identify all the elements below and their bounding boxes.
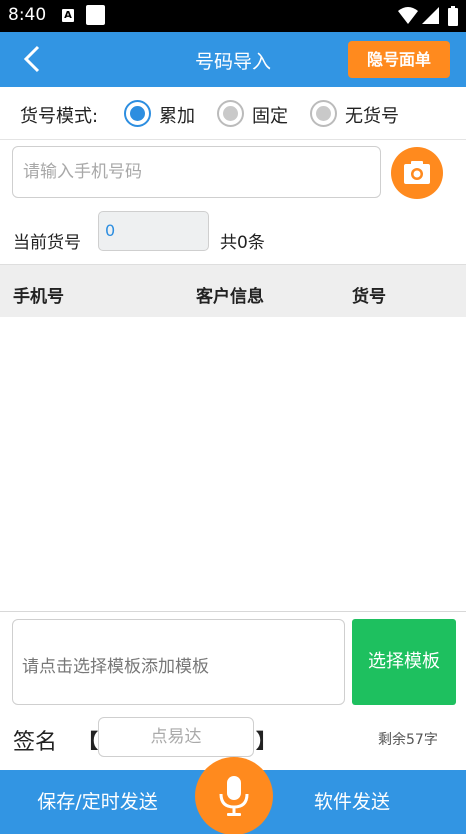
remaining-chars: 剩余57字 <box>378 732 438 748</box>
table-body <box>0 317 466 612</box>
signature-input[interactable] <box>98 717 254 757</box>
current-number-label: 当前货号 <box>13 233 81 253</box>
radio-unchecked-icon <box>217 100 244 127</box>
mode-selector: 货号模式: 累加 固定 无货号 <box>0 87 466 140</box>
status-bar: 8:40 A <box>0 0 466 32</box>
camera-icon <box>404 161 430 184</box>
phone-number-input[interactable] <box>12 146 381 198</box>
mode-option-label: 无货号 <box>345 106 399 127</box>
battery-icon <box>448 6 458 26</box>
voice-input-button[interactable] <box>195 757 273 834</box>
camera-button[interactable] <box>391 147 443 199</box>
column-item-number: 货号 <box>352 287 386 307</box>
notification-a-icon: A <box>62 9 74 22</box>
hidden-list-button[interactable]: 隐号面单 <box>348 41 450 78</box>
notification-square-icon <box>86 5 105 25</box>
total-count: 共0条 <box>220 233 265 253</box>
radio-unchecked-icon <box>310 100 337 127</box>
table-header: 手机号 客户信息 货号 <box>0 264 466 317</box>
radio-checked-icon <box>124 100 151 127</box>
signature-bracket-right: 】 <box>256 729 276 753</box>
mode-option-label: 累加 <box>159 106 195 127</box>
mode-label: 货号模式: <box>20 106 99 127</box>
select-template-button[interactable]: 选择模板 <box>352 619 456 705</box>
column-phone: 手机号 <box>13 287 64 307</box>
wifi-icon <box>398 7 418 24</box>
signature-bracket-left: 【 <box>78 729 98 753</box>
app-bar: 号码导入 隐号面单 <box>0 32 466 87</box>
template-text-area[interactable]: 请点击选择模板添加模板 <box>12 619 345 705</box>
template-placeholder: 请点击选择模板添加模板 <box>22 657 209 677</box>
signature-label: 签名 <box>13 730 58 755</box>
signal-icon <box>422 7 439 24</box>
current-number-input[interactable]: 0 <box>98 211 209 251</box>
mode-option-label: 固定 <box>252 106 288 127</box>
column-customer-info: 客户信息 <box>196 287 264 307</box>
microphone-icon <box>219 776 249 816</box>
save-schedule-button[interactable]: 保存/定时发送 <box>0 770 195 834</box>
software-send-button[interactable]: 软件发送 <box>272 770 432 834</box>
status-time: 8:40 <box>8 5 47 25</box>
